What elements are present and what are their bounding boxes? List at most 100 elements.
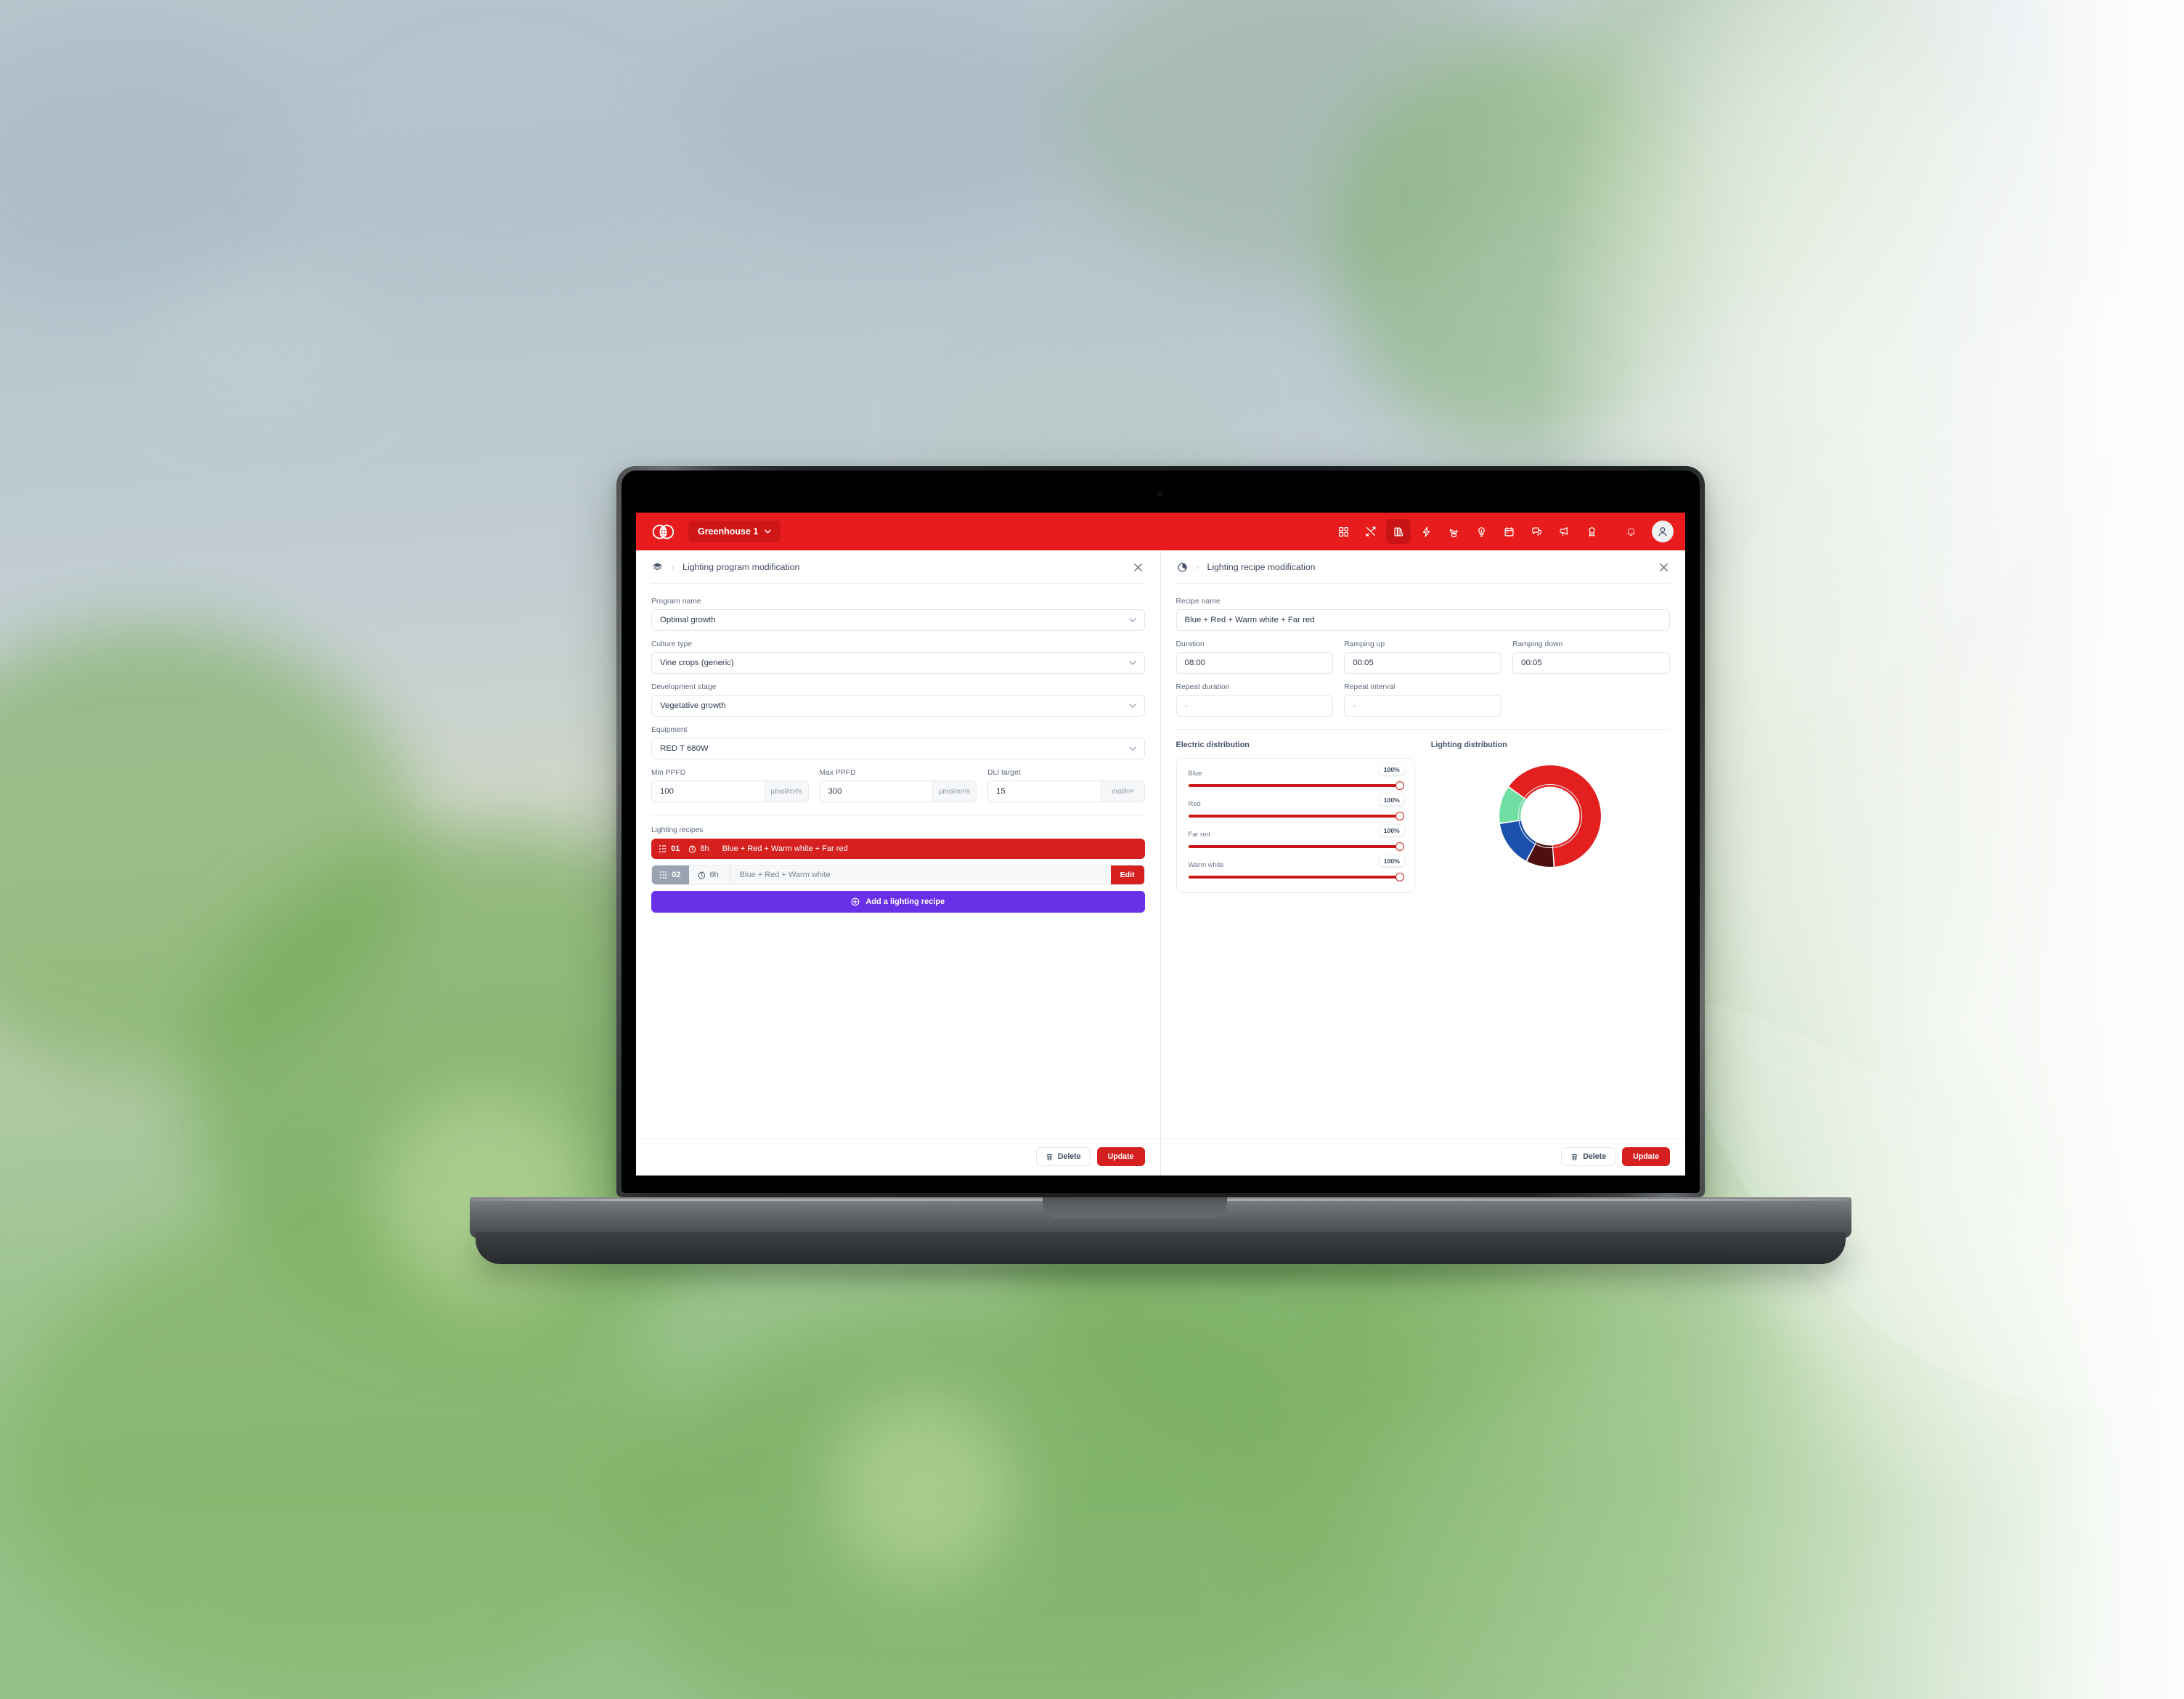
ramping-up-input[interactable]: 00:05 [1344,652,1502,674]
nav-energy-icon[interactable] [1414,519,1438,544]
slider-warm-white-knob[interactable] [1395,873,1404,881]
left-panel-body: Program name Optimal growth Culture type [636,584,1160,1138]
ramping-down-input[interactable]: 00:05 [1512,652,1670,674]
slider-far-red-label: Far red [1188,830,1210,838]
add-lighting-recipe-button[interactable]: Add a lighting recipe [651,891,1145,913]
donut-chart [1499,765,1602,867]
clock-icon [689,845,696,853]
slider-warm-white-track[interactable] [1188,873,1404,881]
slider-blue-track[interactable] [1188,781,1404,790]
recipe-drag-handle[interactable]: 01 [651,844,688,853]
nav-calendar-icon[interactable] [1496,519,1521,544]
layers-stack-icon [651,561,664,574]
recipe-edit-button[interactable]: Edit [1110,865,1144,884]
slider-far-red-knob[interactable] [1395,842,1404,851]
nav-award-icon[interactable] [1579,519,1604,544]
electric-distribution-card: 100% Blue 100% Red 100% Far red 100% War… [1175,758,1415,893]
wheat-leaf-logo[interactable] [652,521,675,543]
distribution-row: Electric distribution 100% Blue 100% Red… [1175,741,1671,893]
recipe-row-01[interactable]: 01 8h Blue + Red + Warm white + Far red [651,839,1145,859]
repeat-interval-input[interactable]: - [1344,695,1502,717]
equipment-select[interactable]: RED T 680W [651,738,1145,759]
right-panel-footer: Delete Update [1160,1138,1685,1176]
nav-dashboard-icon[interactable] [1331,519,1356,544]
notification-bell-icon[interactable] [1620,521,1642,542]
add-lighting-recipe-label: Add a lighting recipe [865,897,945,906]
left-update-button[interactable]: Update [1096,1147,1145,1166]
equipment-value: RED T 680W [660,744,709,753]
electric-distribution-section: Electric distribution 100% Blue 100% Red… [1175,741,1415,893]
recipe-name: Blue + Red + Warm white [739,871,831,879]
slider-warm-white-label: Warm white [1188,860,1224,868]
slider-blue-label: Blue [1188,769,1202,777]
repeat-interval-field: Repeat interval - [1344,683,1502,717]
breadcrumb-separator: › [1196,562,1199,572]
repeat-interval-label: Repeat interval [1344,683,1395,691]
application-window: Greenhouse 1 › Lighting program modifica… [636,513,1685,1176]
slider-red: 100% Red [1188,794,1404,820]
drag-grip-icon [659,845,667,852]
repeat-interval-value: - [1353,701,1356,710]
left-delete-label: Delete [1057,1152,1081,1161]
duration-input[interactable]: 08:00 [1175,652,1334,674]
left-panel-title: Lighting program modification [682,562,800,572]
recipe-name-field: Recipe name Blue + Red + Warm white + Fa… [1175,598,1670,631]
recipe-drag-handle[interactable]: 02 [652,865,690,884]
lighting-recipes-label: Lighting recipes [651,826,704,834]
recipe-name-input[interactable]: Blue + Red + Warm white + Far red [1175,609,1670,631]
left-panel-footer: Delete Update [636,1138,1160,1176]
slider-red-value: 100% [1379,794,1404,805]
culture-type-field: Culture type Vine crops (generic) [651,640,1145,674]
greenhouse-selector[interactable]: Greenhouse 1 [688,521,781,542]
program-name-select[interactable]: Optimal growth [651,609,1145,631]
pie-chart-clock-icon [1176,561,1189,574]
min-ppfd-label: Min PPFD [651,769,686,777]
left-panel-close-icon[interactable] [1132,561,1145,574]
development-stage-select[interactable]: Vegetative growth [651,695,1145,717]
main-content: › Lighting program modification Program … [636,550,1685,1176]
dli-target-input-group[interactable]: 15 mol/m² [987,781,1145,802]
recipe-row-02[interactable]: 02 6h Blue + Red + Warm white Edit [651,865,1145,885]
right-update-button[interactable]: Update [1622,1147,1670,1166]
chevron-down-icon [1128,618,1136,622]
ramping-up-value: 00:05 [1353,659,1374,667]
nav-tools-icon[interactable] [1358,519,1383,544]
max-ppfd-input-group[interactable]: 300 µmol/m²/s [819,781,977,802]
slider-red-knob[interactable] [1395,812,1404,820]
left-delete-button[interactable]: Delete [1035,1147,1091,1166]
development-stage-field: Development stage Vegetative growth [651,683,1145,717]
slider-blue-knob[interactable] [1395,781,1404,790]
duration-label: Duration [1175,640,1205,648]
user-avatar[interactable] [1652,521,1674,542]
nav-plant-icon[interactable] [1441,519,1466,544]
min-ppfd-unit: µmol/m²/s [764,781,808,802]
nav-chat-icon[interactable] [1524,519,1549,544]
right-delete-button[interactable]: Delete [1561,1147,1616,1166]
clock-icon [698,871,706,879]
chevron-down-icon [1128,704,1136,708]
dli-target-field: DLI target 15 mol/m² [987,769,1145,802]
right-delete-label: Delete [1583,1152,1607,1161]
slider-far-red-track[interactable] [1188,842,1404,851]
min-ppfd-input-group[interactable]: 100 µmol/m²/s [651,781,809,802]
laptop-base-notch [1043,1197,1227,1218]
min-ppfd-value: 100 [660,787,675,796]
slider-far-red: 100% Far red [1188,825,1404,851]
repeat-row: Repeat duration - Repeat interval - [1175,683,1671,717]
slider-warm-white-value: 100% [1379,855,1404,866]
right-panel-close-icon[interactable] [1657,561,1670,574]
dli-target-unit: mol/m² [1100,781,1144,802]
nav-megaphone-icon[interactable] [1552,519,1576,544]
lighting-distribution-title: Lighting distribution [1430,741,1507,749]
drag-grip-icon [660,871,667,879]
greenhouse-selector-label: Greenhouse 1 [698,526,759,537]
nav-library-icon[interactable] [1386,519,1411,544]
ramping-up-field: Ramping up 00:05 [1344,640,1502,674]
ppfd-dli-row: Min PPFD 100 µmol/m²/s Max PPFD 300 µmol… [651,769,1145,802]
culture-type-select[interactable]: Vine crops (generic) [651,652,1145,674]
nav-lightbulb-icon[interactable] [1469,519,1494,544]
max-ppfd-value: 300 [828,787,842,796]
culture-type-label: Culture type [651,640,693,648]
slider-red-track[interactable] [1188,812,1404,820]
repeat-duration-input[interactable]: - [1175,695,1334,717]
